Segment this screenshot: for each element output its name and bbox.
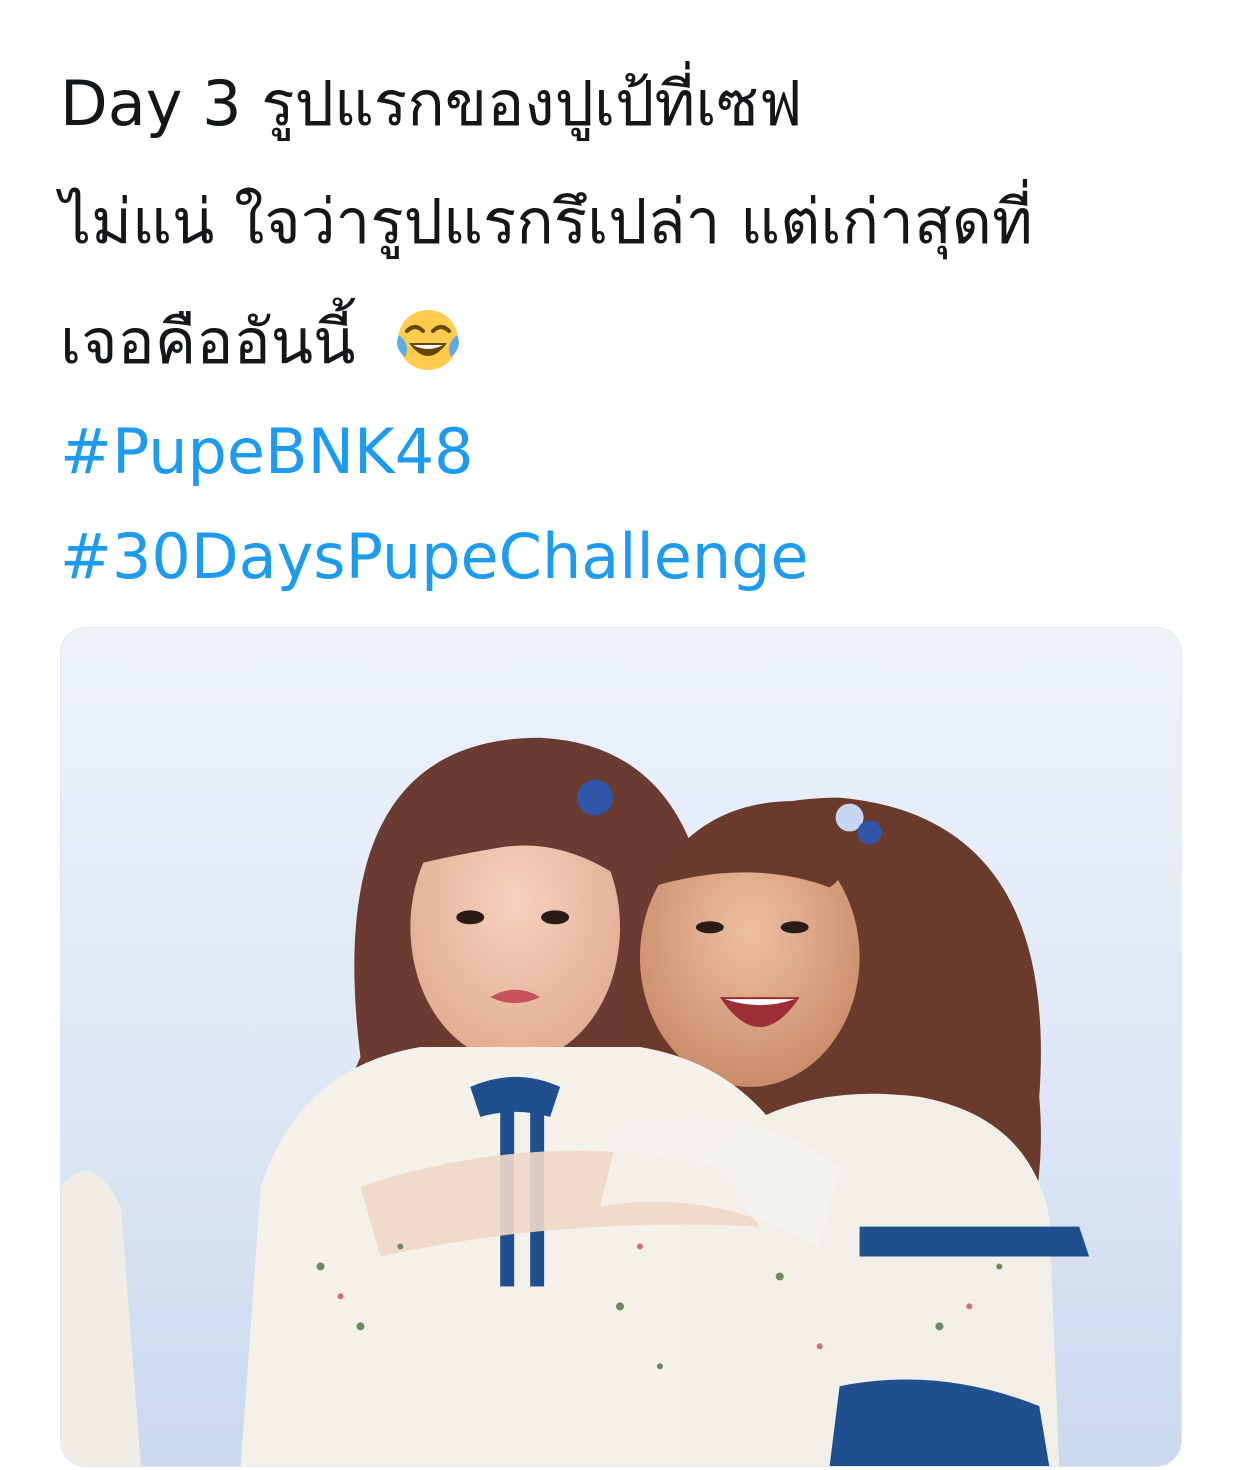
face-with-tears-of-joy-icon <box>393 305 463 375</box>
tweet-text-line-3-text: เจอคืออันนี้ <box>60 305 356 378</box>
hashtag-30dayspupechallenge[interactable]: #30DaysPupeChallenge <box>60 520 809 593</box>
photo-illustration <box>61 628 1181 1466</box>
hashtag-pupebnk48[interactable]: #PupeBNK48 <box>60 415 474 488</box>
tweet-text-line-3: เจอคืออันนี้ <box>60 305 463 376</box>
tweet-text-line-1: Day 3 รูปแรกของปูเป้ที่เซฟ <box>60 67 803 140</box>
tweet-text-line-2: ไม่แน่ ใจว่ารูปแรกรึเปล่า แต่เก่าสุดที่ <box>60 185 1033 258</box>
tweet-photo[interactable] <box>60 627 1182 1467</box>
